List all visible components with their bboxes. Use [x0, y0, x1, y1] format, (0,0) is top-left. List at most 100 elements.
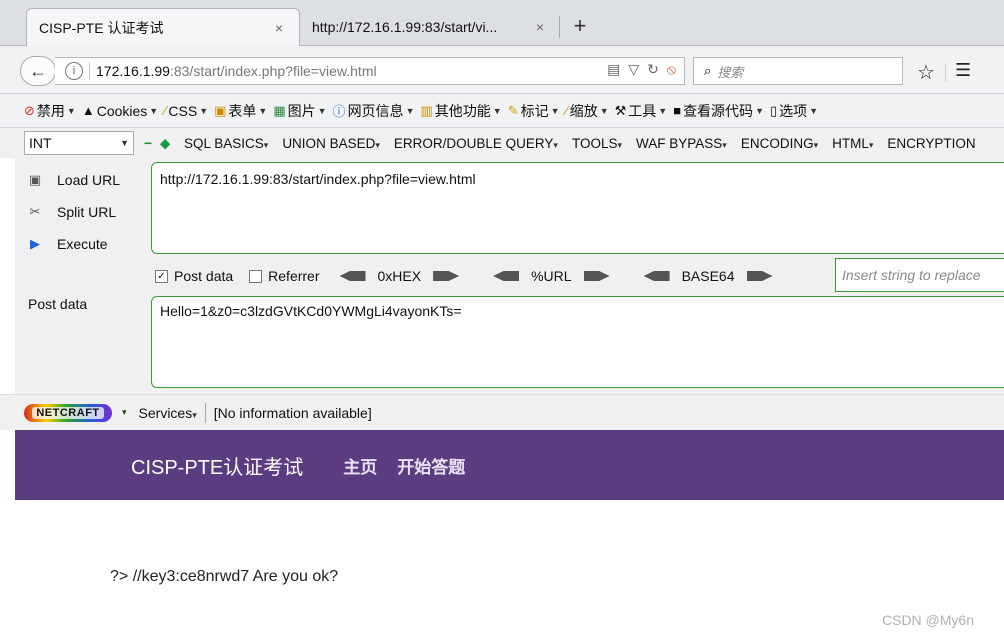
zoom-icon: ∕ — [565, 103, 568, 118]
chevron-down-icon: ▼ — [149, 105, 159, 116]
toolbar-item-label: 其他功能 — [434, 102, 491, 119]
new-tab-icon[interactable]: + — [570, 12, 590, 40]
search-bar[interactable]: ⌕ 搜索 — [693, 57, 903, 85]
tools-icon: ⚒ — [614, 102, 627, 118]
chevron-down-icon[interactable]: ▽ — [628, 61, 639, 78]
bookmark-star-icon[interactable]: ☆ — [917, 60, 935, 85]
toolbar-item-options[interactable]: ▯ 选项 ▼ — [770, 101, 818, 121]
menu-encoding[interactable]: ENCODING▾ — [741, 136, 818, 151]
reading-list-icon[interactable]: ☰ — [955, 60, 971, 81]
toolbar-item-tools[interactable]: ⚒ 工具 ▼ — [615, 101, 668, 121]
hex-encoder: 0xHEX — [339, 268, 460, 284]
toolbar-item-images[interactable]: ▦ 图片 ▼ — [273, 101, 326, 121]
toolbar-item-page-info[interactable]: ⓘ 网页信息 ▼ — [333, 101, 415, 121]
site-nav: 主页 开始答题 — [343, 453, 465, 478]
toolbar-item-forms[interactable]: ▣ 表单 ▼ — [214, 101, 267, 121]
search-icon: ⌕ — [704, 63, 712, 78]
chevron-down-icon: ▾ — [722, 139, 727, 150]
arrow-left-icon[interactable] — [339, 271, 366, 281]
execute-button[interactable]: ▶ Execute — [25, 228, 120, 260]
netcraft-toolbar: NETCRAFT ▾ Services▾ [No information ava… — [0, 394, 1004, 430]
referrer-checkbox[interactable] — [249, 269, 263, 283]
close-icon[interactable]: × — [271, 20, 287, 36]
minus-icon[interactable]: − — [144, 135, 152, 151]
menu-label: ERROR/DOUBLE QUERY — [393, 135, 554, 151]
user-icon: ▲ — [81, 103, 95, 118]
chevron-down-icon: ▼ — [492, 105, 502, 116]
chevron-down-icon: ▼ — [755, 105, 764, 116]
wand-icon: ∕ — [164, 103, 167, 118]
arrow-right-icon[interactable] — [583, 271, 610, 281]
chevron-down-icon: ▼ — [599, 105, 609, 116]
menu-label: WAF BYPASS — [636, 135, 723, 151]
menu-tools[interactable]: TOOLS▾ — [572, 136, 622, 151]
back-button[interactable]: ← — [20, 56, 56, 86]
nav-start-exam[interactable]: 开始答题 — [397, 453, 465, 478]
int-select-value: INT — [29, 135, 52, 151]
toolbar-divider — [945, 64, 946, 82]
toolbar-item-resize[interactable]: ∕ 缩放 ▼ — [566, 101, 609, 121]
load-url-button[interactable]: ▣ Load URL — [25, 164, 120, 196]
menu-encryption[interactable]: ENCRYPTION — [887, 136, 975, 151]
chevron-down-icon: ▼ — [120, 138, 129, 148]
hex-label: 0xHEX — [377, 268, 422, 284]
hackbar-url-input[interactable]: http://172.16.1.99:83/start/index.php?fi… — [151, 162, 1004, 254]
post-data-checkbox-label: Post data — [174, 268, 234, 284]
split-url-label: Split URL — [57, 204, 117, 220]
post-data-checkbox[interactable]: ✓ — [155, 269, 168, 283]
site-title[interactable]: CISP-PTE认证考试 — [131, 451, 303, 480]
plus-icon[interactable]: ⬥ — [160, 135, 170, 152]
toolbar-item-misc[interactable]: ▥ 其他功能 ▼ — [420, 101, 501, 121]
netcraft-status: [No information available] — [213, 404, 372, 421]
toolbar-item-disable[interactable]: ⊘ 禁用 ▼ — [24, 101, 76, 121]
toolbar-item-label: 标记 — [520, 102, 549, 119]
arrow-left-icon[interactable] — [493, 271, 520, 281]
chevron-down-icon[interactable]: ▾ — [122, 407, 127, 418]
arrow-left-icon[interactable] — [643, 271, 670, 281]
menu-label: UNION BASED — [282, 135, 376, 151]
replace-string-input[interactable]: Insert string to replace — [835, 258, 1004, 292]
toolbar-item-view-source[interactable]: ■ 查看源代码 ▼ — [673, 101, 764, 121]
server-icon[interactable]: ▤ — [607, 61, 620, 78]
url-host: 172.16.1.99 — [96, 63, 170, 79]
post-data-input[interactable]: Hello=1&z0=c3lzdGVtKCd0YWMgLi4vayonKTs= — [151, 296, 1004, 388]
misc-icon: ▥ — [420, 102, 433, 118]
menu-union-based[interactable]: UNION BASED▾ — [282, 136, 380, 151]
menu-label: ENCODING — [740, 135, 814, 151]
toolbar-item-outline[interactable]: ✎ 标记 ▼ — [508, 101, 560, 121]
tab-view-url[interactable]: http://172.16.1.99:83/start/vi... × — [300, 8, 560, 46]
reload-icon[interactable]: ↻ — [647, 61, 659, 78]
tab-label: CISP-PTE 认证考试 — [39, 19, 164, 36]
split-url-icon: ✂ — [29, 204, 41, 219]
chevron-down-icon: ▼ — [317, 105, 327, 116]
toolbar-item-label: Cookies — [96, 102, 148, 119]
page-output-text: ?> //key3:ce8nrwd7 Are you ok? — [110, 568, 339, 585]
url-bar[interactable]: i 172.16.1.99:83/start/index.php?file=vi… — [55, 57, 685, 85]
info-icon[interactable]: i — [65, 62, 83, 80]
menu-waf-bypass[interactable]: WAF BYPASS▾ — [636, 136, 727, 151]
int-select[interactable]: INT ▼ — [24, 131, 134, 155]
chevron-down-icon: ▾ — [813, 139, 819, 150]
noscript-icon[interactable]: ⦸ — [667, 61, 676, 78]
url-divider — [89, 62, 90, 80]
block-icon: ⊘ — [24, 102, 35, 118]
close-icon[interactable]: × — [532, 19, 548, 35]
chevron-down-icon: ▾ — [553, 139, 558, 150]
arrow-right-icon[interactable] — [746, 271, 773, 281]
services-label: Services — [138, 404, 193, 421]
toolbar-item-css[interactable]: ∕ CSS ▼ — [164, 103, 208, 119]
menu-html[interactable]: HTML▾ — [832, 136, 873, 151]
hackbar-menu-row: INT ▼ − ⬥ SQL BASICS▾ UNION BASED▾ ERROR… — [0, 128, 1004, 158]
split-url-button[interactable]: ✂ Split URL — [25, 196, 120, 228]
navigation-bar: ← i 172.16.1.99:83/start/index.php?file=… — [0, 46, 1004, 94]
arrow-right-icon[interactable] — [433, 271, 460, 281]
menu-sql-basics[interactable]: SQL BASICS▾ — [184, 136, 268, 151]
chevron-down-icon: ▾ — [192, 409, 197, 420]
tab-cisp-pte[interactable]: CISP-PTE 认证考试 × — [26, 8, 300, 46]
toolbar-item-cookies[interactable]: ▲ Cookies ▼ — [82, 103, 158, 119]
services-menu[interactable]: Services▾ — [139, 405, 197, 421]
menu-error-double-query[interactable]: ERROR/DOUBLE QUERY▾ — [394, 136, 558, 151]
netcraft-logo[interactable]: NETCRAFT — [24, 403, 112, 422]
nav-home[interactable]: 主页 — [343, 453, 377, 478]
toolbar-item-label: 表单 — [228, 102, 257, 119]
